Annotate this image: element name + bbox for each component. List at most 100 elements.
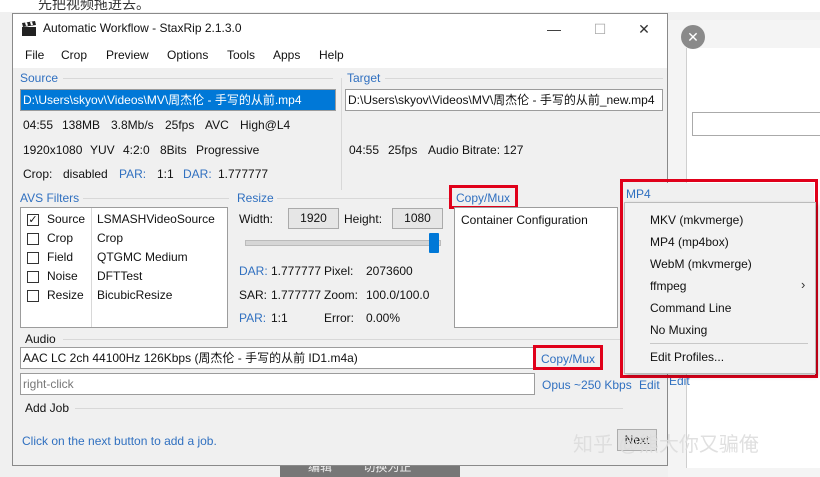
filter-field-value[interactable]: QTGMC Medium: [97, 250, 188, 264]
source-profile: High@L4: [240, 118, 291, 132]
filter-field-checkbox[interactable]: [27, 252, 39, 264]
source-label: Source: [20, 71, 59, 85]
menu-command-line[interactable]: Command Line: [650, 301, 731, 315]
source-target-divider: [341, 78, 342, 190]
audio-track-2-field[interactable]: right-click: [20, 373, 535, 395]
mp4-profile-label[interactable]: MP4: [626, 187, 651, 201]
filter-crop-checkbox[interactable]: [27, 233, 39, 245]
width-label: Width:: [239, 212, 274, 226]
height-label: Height:: [344, 212, 383, 226]
source-resolution: 1920x1080: [23, 143, 83, 157]
source-fps: 25fps: [165, 118, 195, 132]
filter-source-checkbox[interactable]: ✓: [27, 214, 39, 226]
target-audio-bitrate: Audio Bitrate: 127: [428, 143, 524, 157]
filter-crop-value[interactable]: Crop: [97, 231, 123, 245]
minimize-button[interactable]: —: [531, 16, 577, 42]
source-dar-label[interactable]: DAR:: [183, 167, 212, 181]
resize-divider: [277, 198, 449, 199]
window-title: Automatic Workflow - StaxRip 2.1.3.0: [43, 21, 242, 35]
menu-help[interactable]: Help: [319, 48, 344, 62]
source-crop-label: Crop:: [23, 167, 53, 181]
menu-ffmpeg[interactable]: ffmpeg: [650, 279, 686, 293]
container-copy-mux-link[interactable]: Copy/Mux: [456, 191, 510, 205]
target-path-field[interactable]: D:\Users\skyov\Videos\MV\周杰伦 - 手写的从前_new…: [345, 89, 663, 111]
menu-mp4-mp4box[interactable]: MP4 (mp4box): [650, 235, 729, 249]
menu-apps[interactable]: Apps: [273, 48, 300, 62]
close-icon[interactable]: ✕: [681, 25, 705, 49]
filter-field-name[interactable]: Field: [47, 250, 73, 264]
filter-noise-checkbox[interactable]: [27, 271, 39, 283]
resize-dar-label[interactable]: DAR:: [239, 264, 268, 278]
filter-resize-checkbox[interactable]: [27, 290, 39, 302]
chevron-right-icon: ›: [801, 277, 806, 292]
container-config-text: Container Configuration: [461, 213, 588, 227]
filter-crop-name[interactable]: Crop: [47, 231, 73, 245]
resize-sar-label: SAR:: [239, 288, 268, 302]
clapperboard-icon: [22, 21, 36, 36]
audio-track-1-codec-link[interactable]: Copy/Mux: [541, 352, 595, 366]
audio-track-1-field[interactable]: AAC LC 2ch 44100Hz 126Kbps (周杰伦 - 手写的从前 …: [20, 347, 535, 369]
source-par-label[interactable]: PAR:: [119, 167, 146, 181]
menu-preview[interactable]: Preview: [106, 48, 149, 62]
avs-filters-label: AVS Filters: [20, 191, 80, 205]
resize-zoom-label: Zoom:: [324, 288, 359, 302]
source-scan: Progressive: [196, 143, 260, 157]
filter-noise-name[interactable]: Noise: [47, 269, 78, 283]
source-bitdepth: 8Bits: [160, 143, 187, 157]
resize-zoom-value: 100.0/100.0: [366, 288, 430, 302]
source-path-field[interactable]: D:\Users\skyov\Videos\MV\周杰伦 - 手写的从前.mp4: [20, 89, 336, 111]
target-divider: [385, 78, 663, 79]
staxrip-window: Automatic Workflow - StaxRip 2.1.3.0 — ☐…: [12, 13, 690, 466]
menu-edit-profiles[interactable]: Edit Profiles...: [650, 350, 724, 364]
source-divider: [63, 78, 333, 79]
add-job-label: Add Job: [25, 401, 70, 415]
filter-noise-value[interactable]: DFTTest: [97, 269, 142, 283]
menu-webm-mkvmerge[interactable]: WebM (mkvmerge): [650, 257, 752, 271]
close-button[interactable]: ✕: [621, 16, 667, 42]
filter-source-value[interactable]: LSMASHVideoSource: [97, 212, 215, 226]
resize-slider-thumb[interactable]: [429, 233, 439, 253]
resize-pixel-label: Pixel:: [324, 264, 354, 278]
resize-slider-track[interactable]: [245, 240, 441, 246]
height-input[interactable]: 1080: [392, 208, 443, 229]
resize-error-value: 0.00%: [366, 311, 401, 325]
resize-par-label[interactable]: PAR:: [239, 311, 266, 325]
source-chroma: 4:2:0: [123, 143, 150, 157]
avs-list-divider: [91, 208, 92, 327]
source-crop-value: disabled: [63, 167, 108, 181]
resize-sar-value: 1.777777: [271, 288, 322, 302]
watermark: 知乎 @熊大你又骗俺: [573, 434, 759, 456]
resize-dar-value: 1.777777: [271, 264, 322, 278]
source-duration: 04:55: [23, 118, 54, 132]
menu-mkv-mkvmerge[interactable]: MKV (mkvmerge): [650, 213, 743, 227]
container-config-box: Container Configuration: [454, 207, 618, 328]
filter-source-name[interactable]: Source: [47, 212, 85, 226]
audio-divider: [63, 339, 623, 340]
avs-divider: [83, 198, 229, 199]
maximize-button[interactable]: ☐: [577, 16, 623, 42]
menu-options[interactable]: Options: [167, 48, 208, 62]
resize-error-label: Error:: [324, 311, 354, 325]
audio-label: Audio: [25, 332, 56, 346]
add-job-divider: [75, 408, 623, 409]
menu-crop[interactable]: Crop: [61, 48, 87, 62]
menu-separator: [650, 343, 808, 344]
source-par-value: 1:1: [157, 167, 174, 181]
background-text: 先把视频拖进去。: [38, 0, 150, 12]
target-label: Target: [347, 71, 381, 85]
filter-resize-name[interactable]: Resize: [47, 288, 84, 302]
menu-file[interactable]: File: [25, 48, 44, 62]
menu-bar: File Crop Preview Options Tools Apps Hel…: [13, 44, 667, 68]
filter-resize-value[interactable]: BicubicResize: [97, 288, 172, 302]
menu-no-muxing[interactable]: No Muxing: [650, 323, 707, 337]
audio-track-2-codec-link[interactable]: Opus ~250 Kbps: [542, 378, 632, 392]
target-duration: 04:55: [349, 143, 380, 157]
avs-filter-list: ✓ Source LSMASHVideoSource Crop Crop Fie…: [20, 207, 228, 328]
width-input[interactable]: 1920: [288, 208, 339, 229]
title-bar: Automatic Workflow - StaxRip 2.1.3.0 — ☐…: [13, 14, 667, 44]
menu-tools[interactable]: Tools: [227, 48, 255, 62]
add-job-hint: Click on the next button to add a job.: [22, 434, 217, 448]
background-input: [692, 112, 820, 136]
source-size: 138MB: [62, 118, 101, 132]
audio-track-2-edit-link[interactable]: Edit: [639, 378, 660, 392]
